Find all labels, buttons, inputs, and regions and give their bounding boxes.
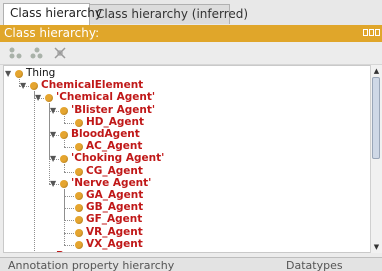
- expand-toggle-icon[interactable]: ▼: [35, 92, 43, 104]
- hierarchy-toolbar: [0, 42, 382, 65]
- tree-node-label: GF_Agent: [86, 213, 143, 226]
- add-subclass-icon: [9, 47, 22, 59]
- class-icon: [45, 94, 53, 103]
- class-icon: [75, 118, 83, 127]
- class-icon: [60, 155, 68, 164]
- tree-node[interactable]: ▼ BloodAgent: [4, 128, 364, 141]
- tab-class-hierarchy[interactable]: Class hierarchy: [3, 3, 102, 25]
- class-icon: [60, 106, 68, 115]
- view-pin-icon[interactable]: [363, 29, 368, 36]
- add-sibling-icon: [30, 47, 43, 59]
- tree-node[interactable]: GB_Agent: [4, 201, 364, 214]
- tree-node-label: CG_Agent: [86, 164, 143, 177]
- tree-node[interactable]: VX_Agent: [4, 237, 364, 251]
- view-tab-bar: Class hierarchy Class hierarchy (inferre…: [0, 0, 382, 26]
- class-hierarchy-tree[interactable]: ▼ Thing ▼ ChemicalElement ▼ 'Chemical Agent' ▼…: [3, 65, 372, 253]
- tree-node[interactable]: ▼ ChemicalElement: [4, 79, 364, 92]
- tree-node-label: GB_Agent: [86, 201, 144, 214]
- expand-toggle-icon[interactable]: ▼: [50, 105, 58, 117]
- tree-node-label: 'Blister Agent': [71, 103, 156, 116]
- tree-node[interactable]: ▼ Precursor: [4, 250, 364, 252]
- scroll-down-arrow-icon[interactable]: ▼: [372, 242, 381, 252]
- tree-node-label: 'Nerve Agent': [71, 176, 152, 189]
- tree-node-label: HD_Agent: [86, 115, 145, 128]
- tree-node[interactable]: GF_Agent: [4, 213, 364, 226]
- tree-node-label: ChemicalElement: [41, 79, 144, 92]
- tree-node[interactable]: AC_Agent: [4, 140, 364, 153]
- view-close-icon[interactable]: [375, 29, 380, 36]
- class-icon: [30, 82, 38, 91]
- class-icon: [75, 216, 83, 225]
- tree-node[interactable]: ▼ 'Blister Agent': [4, 103, 364, 117]
- delete-class-icon: [54, 47, 66, 59]
- class-icon: [75, 192, 83, 200]
- tree-node-label: VX_Agent: [86, 237, 143, 250]
- tree-node-label: AC_Agent: [86, 140, 143, 153]
- tab-datatypes[interactable]: Datatypes: [286, 258, 343, 271]
- view-title: Class hierarchy:: [4, 26, 100, 40]
- tree-node[interactable]: VR_Agent: [4, 225, 364, 239]
- class-icon: [60, 179, 68, 188]
- tab-annotation-property-hierarchy[interactable]: Annotation property hierarchy: [8, 258, 174, 271]
- view-controls: [363, 29, 380, 36]
- tree-node-label: GA_Agent: [86, 189, 144, 201]
- tree-node[interactable]: HD_Agent: [4, 115, 364, 129]
- tree-node-label: 'Chemical Agent': [56, 91, 156, 104]
- tree-node-label: Thing: [26, 67, 56, 79]
- tree-node[interactable]: ▼ 'Choking Agent': [4, 152, 364, 165]
- tree-node[interactable]: ▼ Thing: [4, 67, 364, 80]
- expand-toggle-icon[interactable]: ▼: [5, 68, 13, 80]
- tree-node[interactable]: CG_Agent: [4, 164, 364, 178]
- tree-node-label: Precursor: [56, 250, 114, 252]
- delete-class-button[interactable]: [51, 45, 69, 61]
- scroll-thumb[interactable]: [372, 77, 380, 159]
- tree-node-label: 'Choking Agent': [71, 152, 165, 165]
- add-sibling-button[interactable]: [28, 45, 46, 61]
- class-icon: [75, 143, 83, 152]
- tree-node[interactable]: GA_Agent: [4, 189, 364, 202]
- class-icon: [15, 70, 23, 78]
- add-subclass-button[interactable]: [7, 45, 25, 61]
- class-icon: [60, 131, 68, 139]
- expand-toggle-icon[interactable]: ▼: [50, 153, 58, 165]
- expand-toggle-icon[interactable]: ▼: [50, 129, 58, 141]
- tab-class-hierarchy-inferred[interactable]: Class hierarchy (inferred): [89, 4, 248, 24]
- class-icon: [75, 204, 83, 213]
- tree-node[interactable]: ▼ 'Nerve Agent': [4, 176, 364, 190]
- tree-node-label: VR_Agent: [86, 225, 143, 238]
- tree-node[interactable]: ▼ 'Chemical Agent': [4, 91, 364, 104]
- expand-toggle-icon[interactable]: ▼: [35, 251, 43, 252]
- view-float-icon[interactable]: [369, 29, 374, 36]
- expand-toggle-icon[interactable]: ▼: [50, 178, 58, 190]
- class-icon: [75, 167, 83, 176]
- view-header: Class hierarchy:: [0, 25, 382, 42]
- class-icon: [75, 228, 83, 237]
- tree-scrollbar[interactable]: ▲ ▼: [370, 65, 382, 253]
- class-icon: [75, 240, 83, 249]
- bottom-tab-bar: Annotation property hierarchy Datatypes: [0, 257, 382, 271]
- expand-toggle-icon[interactable]: ▼: [20, 80, 28, 92]
- tree-node-label: BloodAgent: [71, 128, 140, 140]
- scroll-up-arrow-icon[interactable]: ▲: [372, 66, 381, 76]
